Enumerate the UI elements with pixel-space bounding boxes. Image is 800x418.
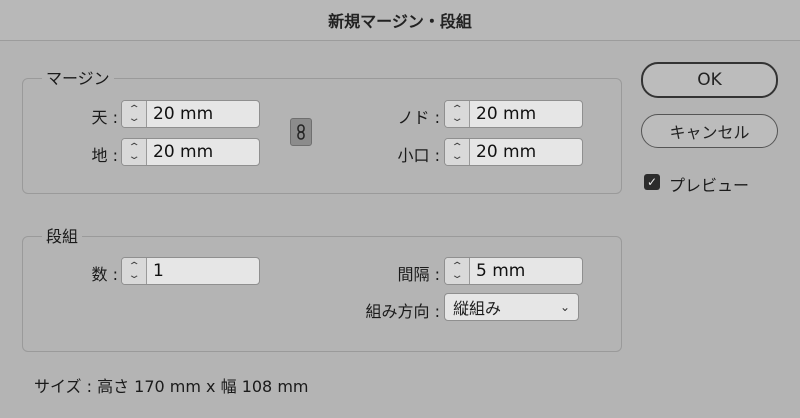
inside-margin-field[interactable]: ⌃ ⌄ 20 mm — [444, 100, 583, 128]
outside-margin-field[interactable]: ⌃ ⌄ 20 mm — [444, 138, 583, 166]
up-down-arrows-icon[interactable]: ⌃ ⌄ — [122, 258, 147, 284]
chevron-down-icon: ⌄ — [559, 300, 570, 314]
column-count-value[interactable]: 1 — [147, 258, 259, 284]
up-down-arrows-icon[interactable]: ⌃ ⌄ — [122, 101, 147, 127]
preview-checkbox[interactable]: ✓ — [644, 174, 660, 190]
column-count-field[interactable]: ⌃ ⌄ 1 — [121, 257, 260, 285]
ok-button[interactable]: OK — [641, 62, 778, 98]
checkmark-icon: ✓ — [646, 175, 658, 189]
up-down-arrows-icon[interactable]: ⌃ ⌄ — [445, 101, 470, 127]
outside-margin-label: 小口 : — [397, 146, 440, 165]
columns-group-title: 段組 — [42, 223, 83, 247]
size-info: サイズ : 高さ 170 mm x 幅 108 mm — [34, 377, 309, 396]
top-margin-field[interactable]: ⌃ ⌄ 20 mm — [121, 100, 260, 128]
top-margin-label: 天 : — [91, 108, 118, 127]
preview-label[interactable]: プレビュー — [669, 172, 749, 196]
outside-margin-value[interactable]: 20 mm — [470, 139, 582, 165]
writing-direction-value: 縦組み — [453, 299, 502, 318]
bottom-margin-label: 地 : — [91, 146, 118, 165]
bottom-margin-value[interactable]: 20 mm — [147, 139, 259, 165]
dialog-title: 新規マージン・段組 — [0, 0, 800, 41]
gutter-label: 間隔 : — [397, 265, 440, 284]
inside-margin-value[interactable]: 20 mm — [470, 101, 582, 127]
chain-link-icon[interactable] — [290, 118, 312, 146]
cancel-button[interactable]: キャンセル — [641, 114, 778, 148]
writing-direction-select[interactable]: 縦組み ⌄ — [444, 293, 579, 321]
up-down-arrows-icon[interactable]: ⌃ ⌄ — [445, 258, 470, 284]
gutter-value[interactable]: 5 mm — [470, 258, 582, 284]
inside-margin-label: ノド : — [397, 108, 440, 127]
column-count-label: 数 : — [91, 265, 118, 284]
writing-direction-label: 組み方向 : — [365, 302, 440, 321]
bottom-margin-field[interactable]: ⌃ ⌄ 20 mm — [121, 138, 260, 166]
gutter-field[interactable]: ⌃ ⌄ 5 mm — [444, 257, 583, 285]
margins-group-title: マージン — [42, 65, 114, 89]
up-down-arrows-icon[interactable]: ⌃ ⌄ — [122, 139, 147, 165]
up-down-arrows-icon[interactable]: ⌃ ⌄ — [445, 139, 470, 165]
chain-link-glyph — [297, 124, 305, 140]
top-margin-value[interactable]: 20 mm — [147, 101, 259, 127]
margins-group — [22, 78, 622, 194]
